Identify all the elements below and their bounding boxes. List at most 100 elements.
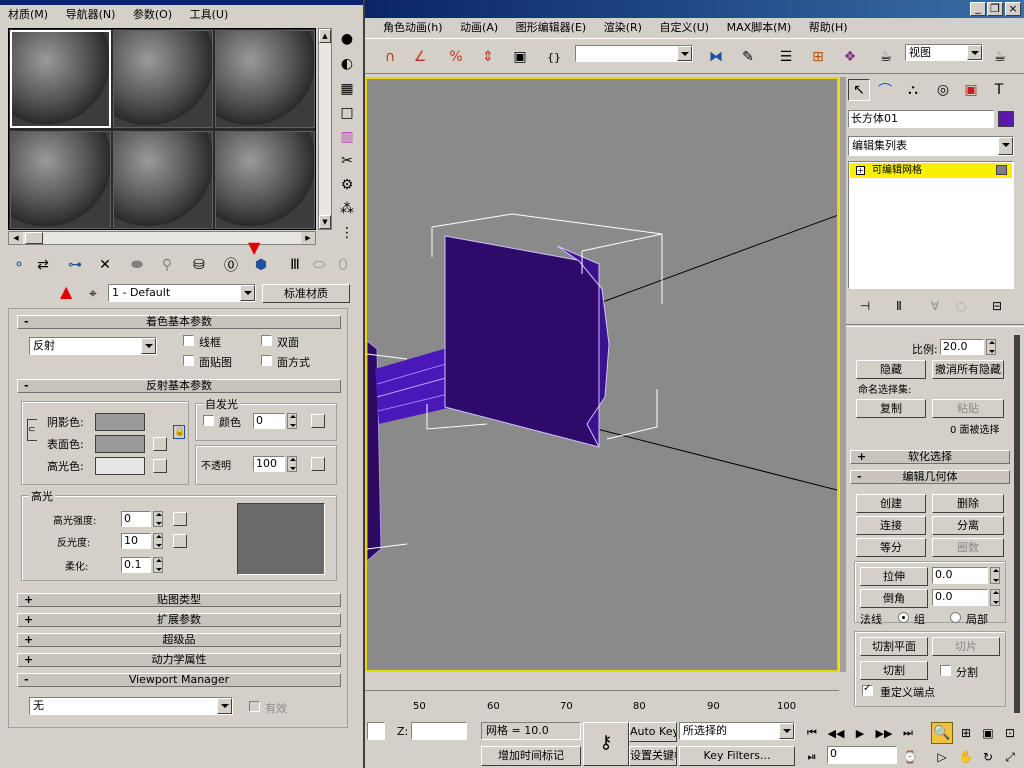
goto-start-icon[interactable]: ⏮	[801, 722, 823, 744]
make-unique-icon[interactable]: ∀	[924, 295, 946, 317]
slice-button[interactable]: 切片	[932, 637, 1000, 656]
configure-sets-icon[interactable]: ⊟	[986, 295, 1008, 317]
goto-end-icon[interactable]: ⏭	[897, 722, 919, 744]
opacity-map-button[interactable]	[311, 457, 325, 471]
supersampling-rollout[interactable]: + 超级品	[17, 633, 341, 647]
shader-basic-rollout[interactable]: - 着色基本参数	[17, 315, 341, 329]
go-to-parent-icon[interactable]: ⬭	[308, 254, 330, 276]
glossiness-spinner[interactable]	[153, 533, 163, 549]
self-illum-spinner[interactable]	[287, 413, 297, 429]
sample-slot-1[interactable]	[10, 30, 111, 128]
show-end-result-mat-icon[interactable]: Ⅲ	[284, 254, 306, 276]
cut-button[interactable]: 切割	[860, 661, 928, 680]
x-coord-field[interactable]	[367, 722, 385, 740]
viewport-manager-rollout[interactable]: - Viewport Manager	[17, 673, 341, 687]
reset-material-icon[interactable]: ✕	[94, 254, 116, 276]
prev-frame-icon[interactable]: ◀◀	[825, 722, 847, 744]
maps-rollout[interactable]: + 贴图类型	[17, 593, 341, 607]
key-icon-button[interactable]: ⚷	[583, 722, 629, 766]
angle-snap-icon[interactable]: ∠	[409, 46, 431, 68]
put-to-scene-icon[interactable]: ⇄	[32, 254, 54, 276]
material-effects-channel-icon[interactable]: ⓪	[220, 254, 242, 276]
scroll-thumb[interactable]	[25, 232, 43, 244]
utilities-tab-icon[interactable]: T	[988, 79, 1010, 101]
diffuse-map-button[interactable]	[153, 437, 167, 451]
sample-vscroll[interactable]: ▲ ▼	[318, 28, 332, 230]
pick-material-icon[interactable]: ⌖	[82, 283, 104, 305]
modify-tab-icon[interactable]: ⌒	[874, 79, 896, 101]
key-selection-dropdown[interactable]: 所选择的	[679, 722, 795, 740]
stack-item-editable-mesh[interactable]: + 可编辑网格	[850, 163, 1012, 178]
scroll-right-icon[interactable]: ▶	[301, 232, 315, 244]
zoom-icon[interactable]: 🔍	[931, 722, 953, 744]
glossiness-map-button[interactable]	[173, 534, 187, 548]
align-icon[interactable]: ✎	[737, 46, 759, 68]
face-map-checkbox[interactable]	[183, 355, 194, 366]
copy-button[interactable]: 复制	[856, 399, 926, 418]
faceted-checkbox[interactable]	[261, 355, 272, 366]
menu-options[interactable]: 参数(O)	[133, 8, 172, 21]
self-illum-map-button[interactable]	[311, 414, 325, 428]
time-config-icon[interactable]: ⌚	[899, 746, 921, 768]
soft-selection-rollout[interactable]: + 软化选择	[850, 450, 1010, 464]
close-button[interactable]: ×	[1005, 2, 1021, 16]
schematic-icon[interactable]: ⊞	[807, 46, 829, 68]
viewport-manager-dropdown[interactable]: 无	[29, 697, 233, 715]
show-map-in-viewport-icon[interactable]: ⬢	[250, 254, 272, 276]
sample-slot-2[interactable]	[113, 30, 213, 128]
assign-to-selection-icon[interactable]: ⊶	[64, 254, 86, 276]
spinner-snap-icon[interactable]: ⇕	[477, 46, 499, 68]
modifier-stack[interactable]: + 可编辑网格	[848, 161, 1014, 289]
spec-level-field[interactable]: 0	[121, 511, 151, 527]
backlight-icon[interactable]: ◐	[336, 53, 358, 75]
track-view-icon[interactable]: ☰	[775, 46, 797, 68]
chamfer-spinner[interactable]	[990, 589, 1000, 606]
scroll-left-icon[interactable]: ◀	[9, 232, 23, 244]
current-frame-field[interactable]: 0	[827, 746, 897, 764]
lock-icon[interactable]: 🔒	[173, 425, 185, 439]
soften-field[interactable]: 0.1	[121, 557, 151, 573]
percent-snap-icon[interactable]: %	[445, 46, 467, 68]
specular-map-button[interactable]	[153, 459, 167, 473]
play-icon[interactable]: ▶	[849, 722, 871, 744]
normal-local-radio[interactable]	[950, 612, 961, 623]
key-filters-button[interactable]: Key Filters...	[679, 746, 795, 766]
specular-swatch[interactable]	[95, 457, 145, 475]
ambient-swatch[interactable]	[95, 413, 145, 431]
extended-params-rollout[interactable]: + 扩展参数	[17, 613, 341, 627]
menu-material[interactable]: 材质(M)	[8, 8, 48, 21]
expand-icon[interactable]: +	[856, 166, 865, 175]
basic-params-rollout[interactable]: - 反射基本参数	[17, 379, 341, 393]
object-name-field[interactable]: 长方体01	[848, 110, 994, 128]
edit-named-sel-icon[interactable]: {}	[543, 46, 565, 68]
named-selection-set-dropdown[interactable]	[575, 45, 693, 62]
opacity-field[interactable]: 100	[253, 456, 285, 472]
maximize-viewport-icon[interactable]: ⤢	[999, 746, 1021, 768]
menu-graph-editors[interactable]: 图形编辑器(E)	[516, 21, 587, 34]
scale-spinner[interactable]	[986, 339, 996, 355]
display-tab-icon[interactable]: ▣	[960, 79, 982, 101]
time-ruler[interactable]: 50 60 70 80 90 100	[365, 690, 839, 712]
menu-navigation[interactable]: 导航器(N)	[66, 8, 116, 21]
arc-rotate-icon[interactable]: ↻	[977, 746, 999, 768]
scroll-down-icon[interactable]: ▼	[319, 215, 331, 229]
detach-button[interactable]: 分离	[932, 516, 1004, 535]
zoom-extents-all-icon[interactable]: ⊡	[999, 722, 1021, 744]
soften-spinner[interactable]	[153, 557, 163, 573]
menu-animation-chars[interactable]: 角色动画(h)	[383, 21, 443, 34]
go-forward-sibling-icon[interactable]: ⬯	[332, 254, 354, 276]
menu-rendering[interactable]: 渲染(R)	[604, 21, 642, 34]
mirror-icon[interactable]: ⧓	[705, 46, 727, 68]
menu-utilities[interactable]: 工具(U)	[190, 8, 229, 21]
motion-tab-icon[interactable]: ◎	[932, 79, 954, 101]
self-illum-color-checkbox[interactable]	[203, 415, 214, 426]
sample-slot-5[interactable]	[113, 131, 213, 229]
add-time-tag-button[interactable]: 增加时间标记	[481, 746, 581, 766]
edit-geometry-rollout[interactable]: - 编辑几何体	[850, 470, 1010, 484]
turn-button[interactable]: 圈数	[932, 538, 1004, 557]
pin-stack-icon[interactable]: ⊣	[854, 295, 876, 317]
named-selection-icon[interactable]: ▣	[509, 46, 531, 68]
get-material-icon[interactable]: ⚬	[8, 254, 30, 276]
material-name-field[interactable]: 1 - Default	[108, 284, 256, 302]
command-panel-scrollbar[interactable]	[1014, 335, 1020, 713]
